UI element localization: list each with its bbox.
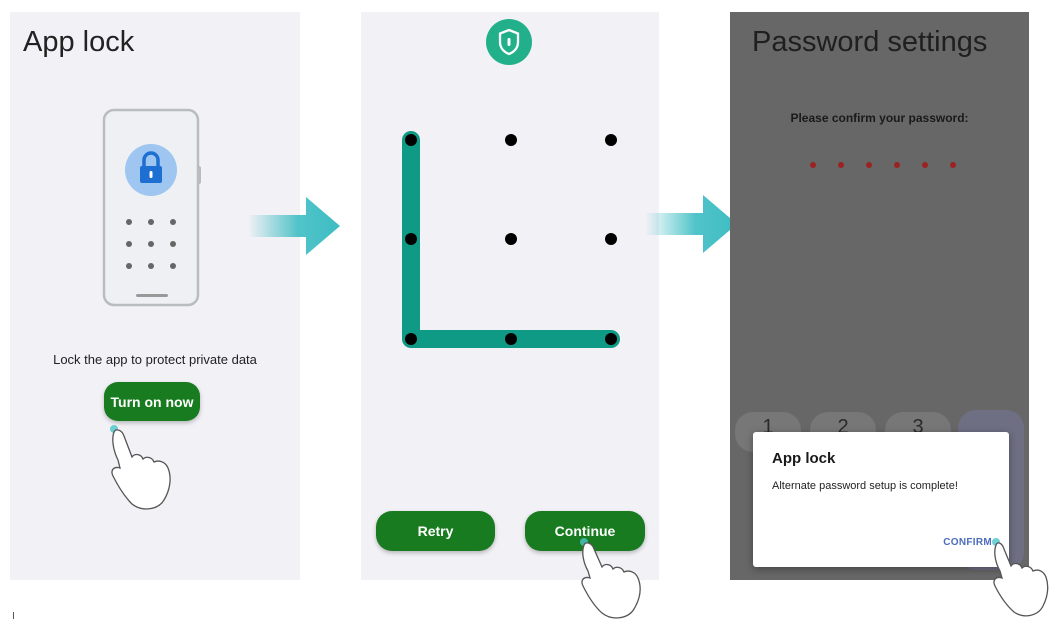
- page-marker: [13, 612, 14, 619]
- hand-pointer-icon: [992, 538, 1049, 617]
- app-lock-intro-screen: App lock Lock the app to protect private…: [10, 12, 300, 580]
- dialog-title: App lock: [772, 450, 836, 467]
- turn-on-now-label: Turn on now: [110, 393, 194, 410]
- phone-illustration: [102, 108, 201, 307]
- setup-complete-dialog: App lock Alternate password setup is com…: [753, 432, 1009, 567]
- pattern-node: [505, 233, 517, 245]
- page-title: App lock: [23, 26, 135, 58]
- pattern-grid[interactable]: [391, 120, 631, 360]
- pattern-node: [605, 333, 617, 345]
- app-lock-description: Lock the app to protect private data: [53, 352, 257, 367]
- pattern-node: [505, 134, 517, 146]
- page-title: Password settings: [752, 26, 988, 58]
- password-settings-screen: Password settings Please confirm your pa…: [730, 12, 1029, 580]
- pattern-node: [405, 233, 417, 245]
- pattern-node: [605, 134, 617, 146]
- turn-on-now-button[interactable]: Turn on now: [104, 382, 200, 421]
- shield-icon: [486, 19, 532, 65]
- confirm-button[interactable]: CONFIRM: [943, 537, 992, 548]
- retry-label: Retry: [417, 523, 454, 539]
- hand-pointer-icon: [110, 425, 171, 510]
- pattern-node: [605, 233, 617, 245]
- arrow-right-icon: [248, 197, 340, 255]
- pattern-node: [405, 134, 417, 146]
- password-dots: [810, 162, 956, 168]
- arrow-right-icon: [645, 195, 737, 253]
- hand-pointer-icon: [580, 538, 641, 619]
- lock-icon: [125, 144, 177, 196]
- pattern-node: [405, 333, 417, 345]
- pattern-setup-screen: Retry Continue: [361, 12, 659, 580]
- dialog-message: Alternate password setup is complete!: [772, 480, 958, 492]
- pattern-node: [505, 333, 517, 345]
- confirm-password-prompt: Please confirm your password:: [790, 111, 969, 125]
- retry-button[interactable]: Retry: [376, 511, 495, 551]
